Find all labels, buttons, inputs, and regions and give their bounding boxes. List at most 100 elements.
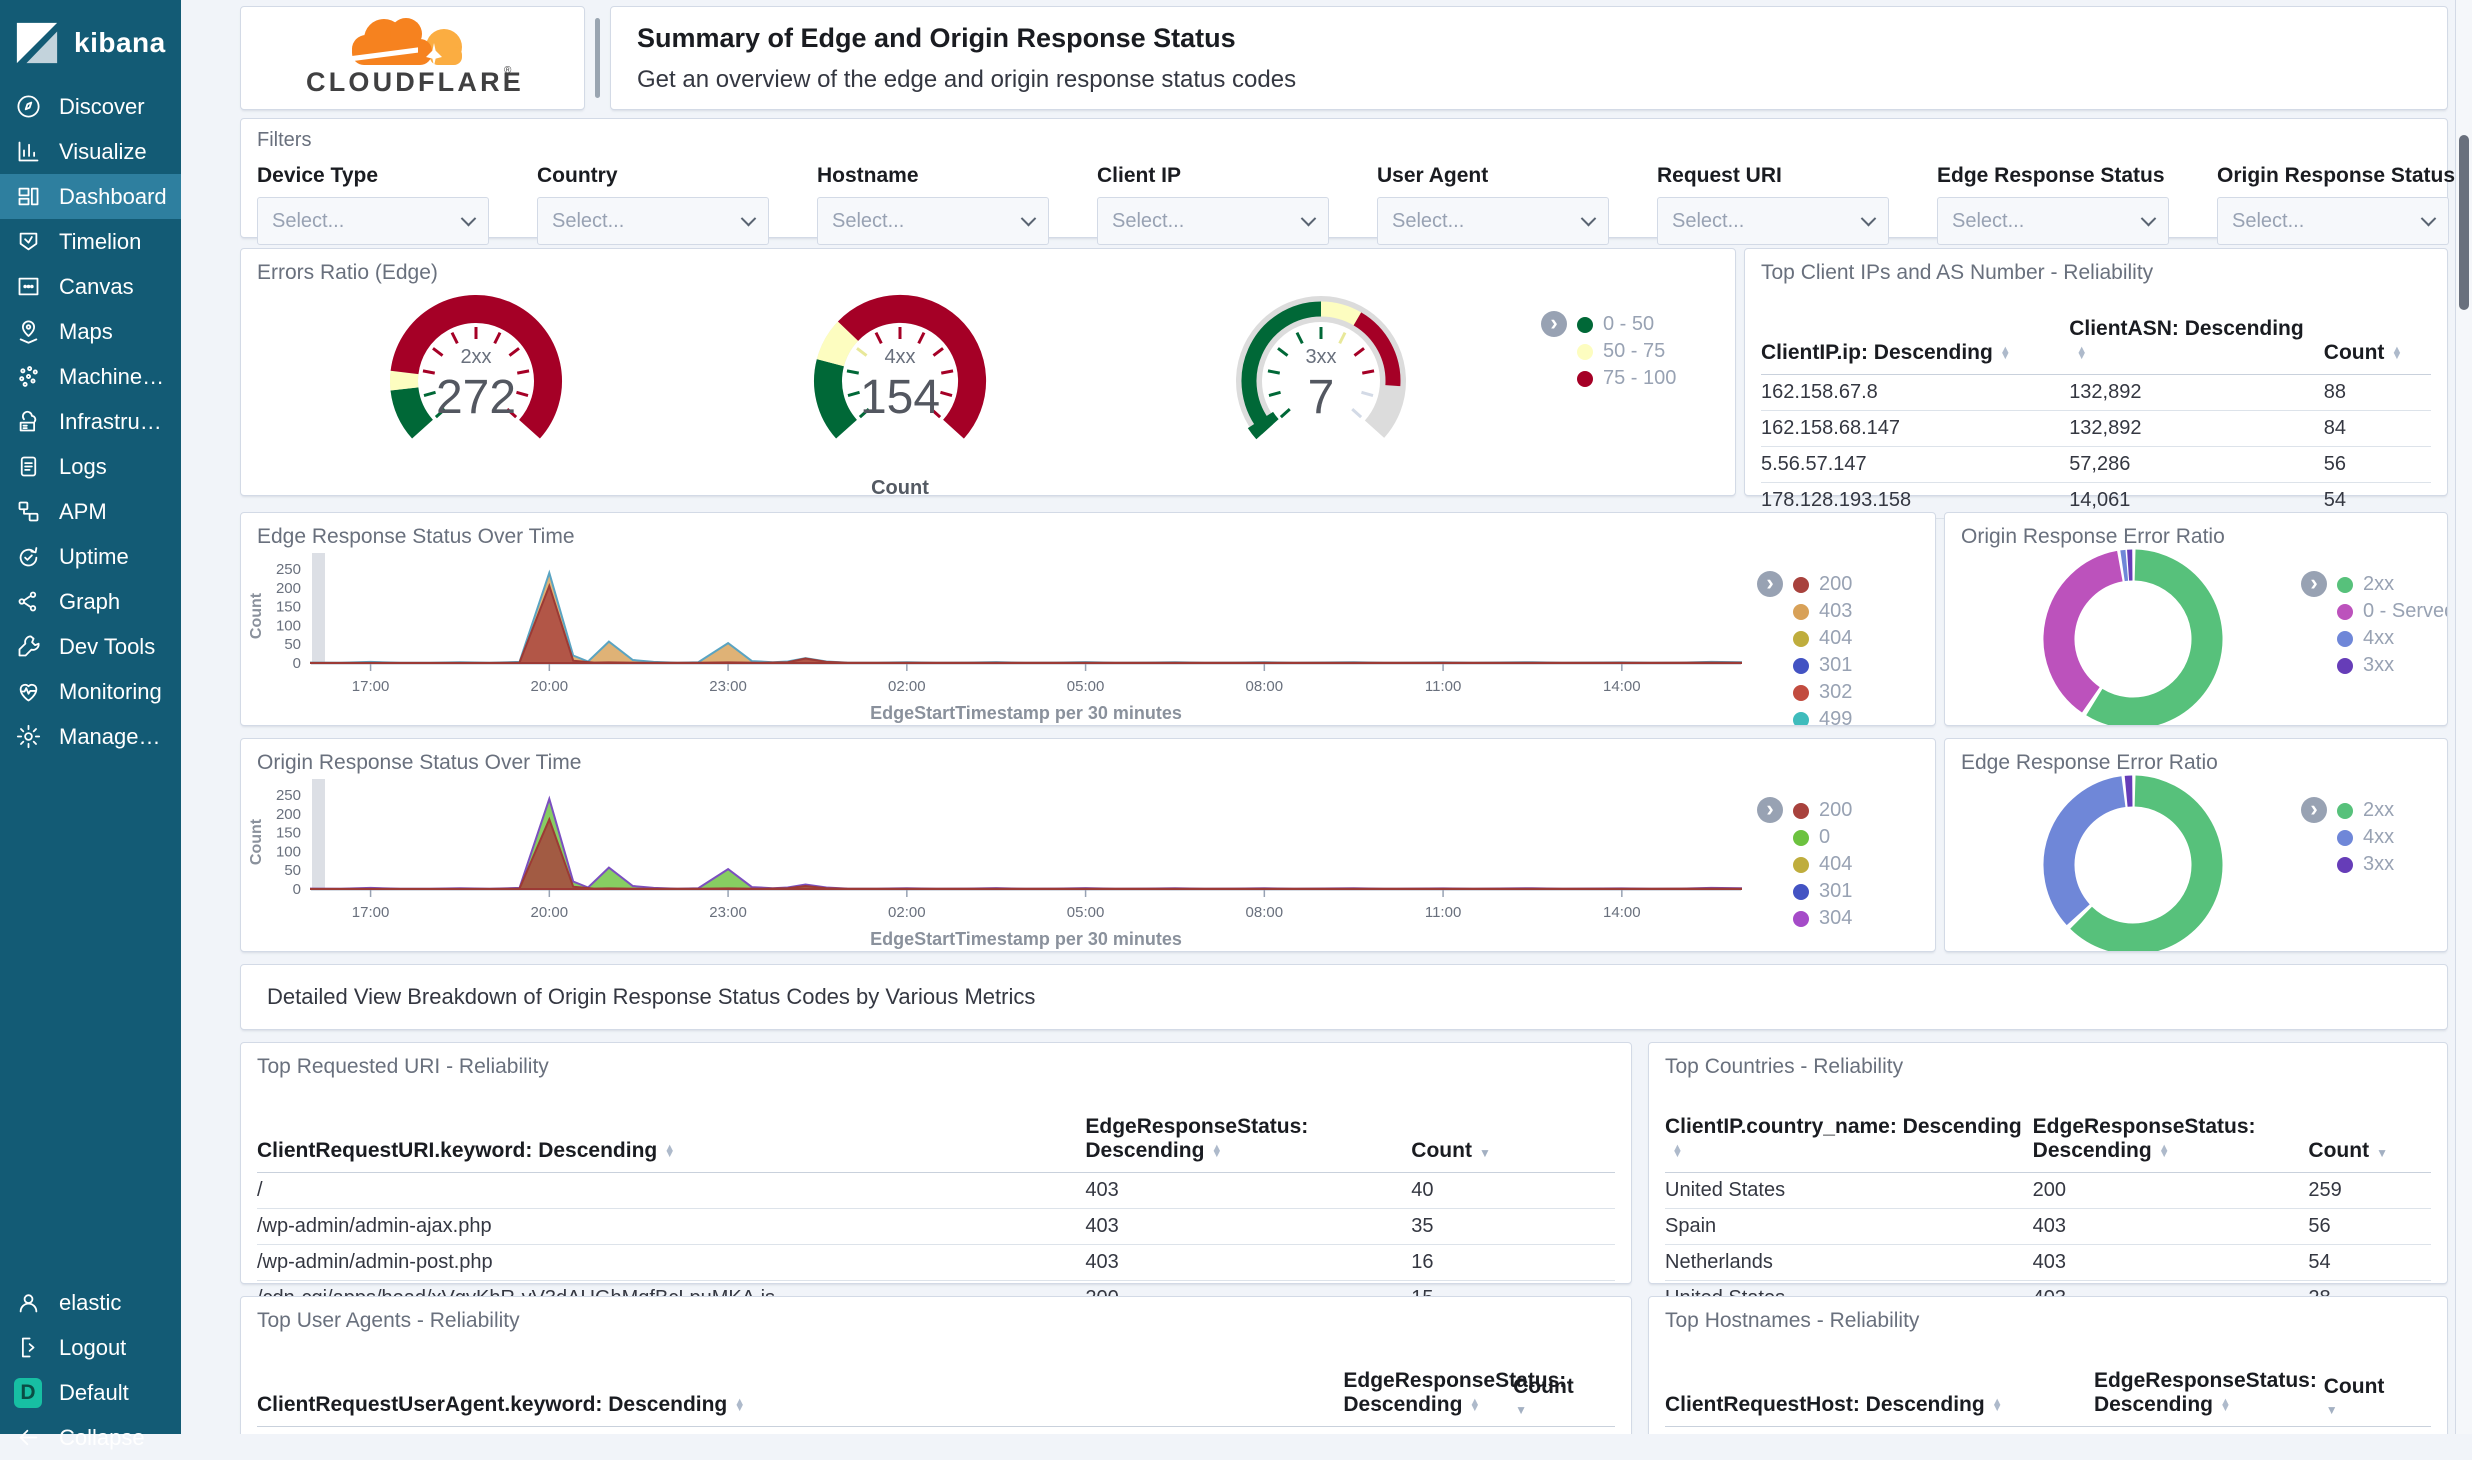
sort-desc-icon: ▼ (1478, 1146, 1491, 1160)
page-scrollbar-thumb[interactable] (2459, 135, 2469, 310)
filter-select-country[interactable]: Select... (537, 197, 769, 245)
svg-text:100: 100 (276, 843, 301, 860)
table-row[interactable]: 162.158.68.147 132,892 84 (1761, 410, 2431, 447)
column-header[interactable]: Count ▲ ▼ (2323, 313, 2431, 375)
svg-text:50: 50 (284, 862, 301, 879)
sidebar: kibana Discover Visualize Dashboard Timelio… (0, 0, 181, 1450)
sidebar-item-collapse[interactable]: Collapse (0, 1415, 181, 1460)
sidebar-item-default[interactable]: D Default (0, 1370, 181, 1415)
table-row[interactable]: Spain 403 56 (1665, 1208, 2431, 1245)
svg-text:08:00: 08:00 (1246, 678, 1284, 695)
sidebar-item-apm[interactable]: APM (0, 489, 181, 534)
column-header[interactable]: ClientASN: Descending ▲ ▼ (2069, 313, 2324, 375)
sidebar-item-discover[interactable]: Discover (0, 84, 181, 129)
filter-select-request-uri[interactable]: Select... (1657, 197, 1889, 245)
legend-item[interactable]: 0 - 50 (1577, 311, 1676, 338)
markdown-text: Detailed View Breakdown of Origin Respon… (267, 984, 1036, 1009)
legend-item[interactable]: 2xx (2337, 571, 2447, 598)
chevron-down-icon (2140, 210, 2157, 226)
column-header[interactable]: Count ▼ (1411, 1111, 1615, 1173)
select-placeholder: Select... (1392, 209, 1465, 232)
column-header[interactable]: EdgeResponseStatus: Descending ▲ ▼ (2093, 1365, 2324, 1427)
table-row[interactable]: Mozilla/5.0 (compatible; CloudFlare-Alwa… (257, 1426, 1615, 1434)
column-header[interactable]: Count ▼ (2323, 1365, 2431, 1427)
panel-filters: Filters Device Type Select... Country Selec… (240, 118, 2455, 245)
table-row[interactable]: camilia.me200242 (1665, 1426, 2431, 1434)
table-row[interactable]: /wp-admin/admin-ajax.php 403 35 (257, 1208, 1615, 1245)
column-header[interactable]: ClientIP.ip: Descending ▲ ▼ (1761, 313, 2070, 375)
column-header[interactable]: EdgeResponseStatus: Descending ▲ ▼ (2032, 1111, 2309, 1173)
sidebar-item-logs[interactable]: Logs (0, 444, 181, 489)
column-header[interactable]: ClientRequestHost: Descending ▲ ▼ (1665, 1365, 2094, 1427)
gauge-3xx: 3xx 7 (1216, 275, 1426, 485)
table-row[interactable]: /403 40 (257, 1172, 1615, 1209)
legend-item[interactable]: 2xx (2337, 797, 2394, 824)
filter-label: Origin Response Status (2217, 164, 2456, 187)
filter-select-user-agent[interactable]: Select... (1377, 197, 1609, 245)
svg-text:154: 154 (860, 371, 940, 424)
gauge-legend: › 0 - 50 50 - 75 75 - 100 (1541, 310, 1676, 392)
column-header[interactable]: ClientIP.country_name: Descending ▲ ▼ (1665, 1111, 2033, 1173)
filter-select-edge-response-status[interactable]: Select... (1937, 197, 2169, 245)
sidebar-item-logout[interactable]: Logout (0, 1325, 181, 1370)
sidebar-item-visualize[interactable]: Visualize (0, 129, 181, 174)
dashboard-main: CLOUDFLARE ® Summary of Edge and Origin … (181, 0, 2472, 1434)
filter-origin-response-status: Origin Response Status Select... (2217, 164, 2456, 245)
column-header[interactable]: EdgeResponseStatus: Descending ▲ ▼ (1085, 1111, 1412, 1173)
sidebar-item-elastic[interactable]: elastic (0, 1280, 181, 1325)
svg-text:02:00: 02:00 (888, 904, 926, 921)
cloudflare-cloud-icon (343, 18, 462, 67)
sidebar-item-maps[interactable]: Maps (0, 309, 181, 354)
filter-select-device-type[interactable]: Select... (257, 197, 489, 245)
table-row[interactable]: United States 200 259 (1665, 1172, 2431, 1209)
sidebar-item-dev-tools[interactable]: Dev Tools (0, 624, 181, 669)
svg-text:23:00: 23:00 (709, 678, 747, 695)
legend-item[interactable]: 0 - Served fr... (2337, 598, 2447, 625)
legend-item[interactable]: 3xx (2337, 851, 2394, 878)
sidebar-item-machine-learning[interactable]: Machine Le... (0, 354, 181, 399)
panel-title: Edge Response Error Ratio (1961, 751, 2218, 774)
sidebar-item-monitoring[interactable]: Monitoring (0, 669, 181, 714)
legend-swatch (2337, 856, 2353, 873)
kibana-home-link[interactable]: kibana (0, 0, 181, 84)
legend-item[interactable]: 4xx (2337, 625, 2447, 652)
table-row[interactable]: Netherlands 403 54 (1665, 1244, 2431, 1281)
sidebar-item-timelion[interactable]: Timelion (0, 219, 181, 264)
header-divider (595, 18, 600, 98)
legend-item[interactable]: 50 - 75 (1577, 338, 1676, 365)
table-row[interactable]: 5.56.57.147 57,286 56 (1761, 446, 2431, 483)
legend-item[interactable]: 3xx (2337, 652, 2447, 679)
legend-toggle-icon[interactable]: › (1541, 310, 1567, 337)
tables-row-2: Top User Agents - Reliability ClientRequ… (240, 1296, 2448, 1434)
page-scrollbar[interactable] (2455, 0, 2472, 1434)
legend-item[interactable]: 4xx (2337, 824, 2394, 851)
sidebar-item-infrastructure[interactable]: Infrastructure (0, 399, 181, 444)
column-header[interactable]: Count ▼ (1513, 1365, 1615, 1427)
sidebar-item-uptime[interactable]: Uptime (0, 534, 181, 579)
filter-select-origin-response-status[interactable]: Select... (2217, 197, 2449, 245)
filter-select-hostname[interactable]: Select... (817, 197, 1049, 245)
infra-icon (14, 408, 42, 436)
edge-ratio-legend: › 2xx 4xx 3xx (2301, 796, 2394, 878)
legend-item[interactable]: 75 - 100 (1577, 365, 1676, 392)
filter-select-client-ip[interactable]: Select... (1097, 197, 1329, 245)
logout-icon (14, 1334, 42, 1362)
filter-edge-response-status: Edge Response Status Select... (1937, 164, 2169, 245)
svg-text:100: 100 (276, 617, 301, 634)
panel-edge-response-error-ratio: Edge Response Error Ratio › 2xx 4xx 3xx (1944, 738, 2448, 952)
column-header[interactable]: Count ▼ (2308, 1111, 2431, 1173)
table-row[interactable]: 162.158.67.8 132,892 88 (1761, 374, 2431, 411)
graph-icon (14, 588, 42, 616)
column-header[interactable]: ClientRequestURI.keyword: Descending ▲ ▼ (257, 1111, 1086, 1173)
sort-icon: ▲ ▼ (2391, 343, 2403, 363)
sidebar-item-management[interactable]: Management (0, 714, 181, 759)
filter-client-ip: Client IP Select... (1097, 164, 1329, 245)
sidebar-item-canvas[interactable]: Canvas (0, 264, 181, 309)
legend-toggle-icon[interactable]: › (2301, 570, 2327, 597)
column-header[interactable]: ClientRequestUserAgent.keyword: Descendi… (257, 1365, 1344, 1427)
legend-toggle-icon[interactable]: › (2301, 796, 2327, 823)
sidebar-item-graph[interactable]: Graph (0, 579, 181, 624)
sidebar-item-dashboard[interactable]: Dashboard (0, 174, 181, 219)
column-header[interactable]: EdgeResponseStatus: Descending ▲ ▼ (1343, 1365, 1566, 1427)
table-row[interactable]: /wp-admin/admin-post.php 403 16 (257, 1244, 1615, 1281)
